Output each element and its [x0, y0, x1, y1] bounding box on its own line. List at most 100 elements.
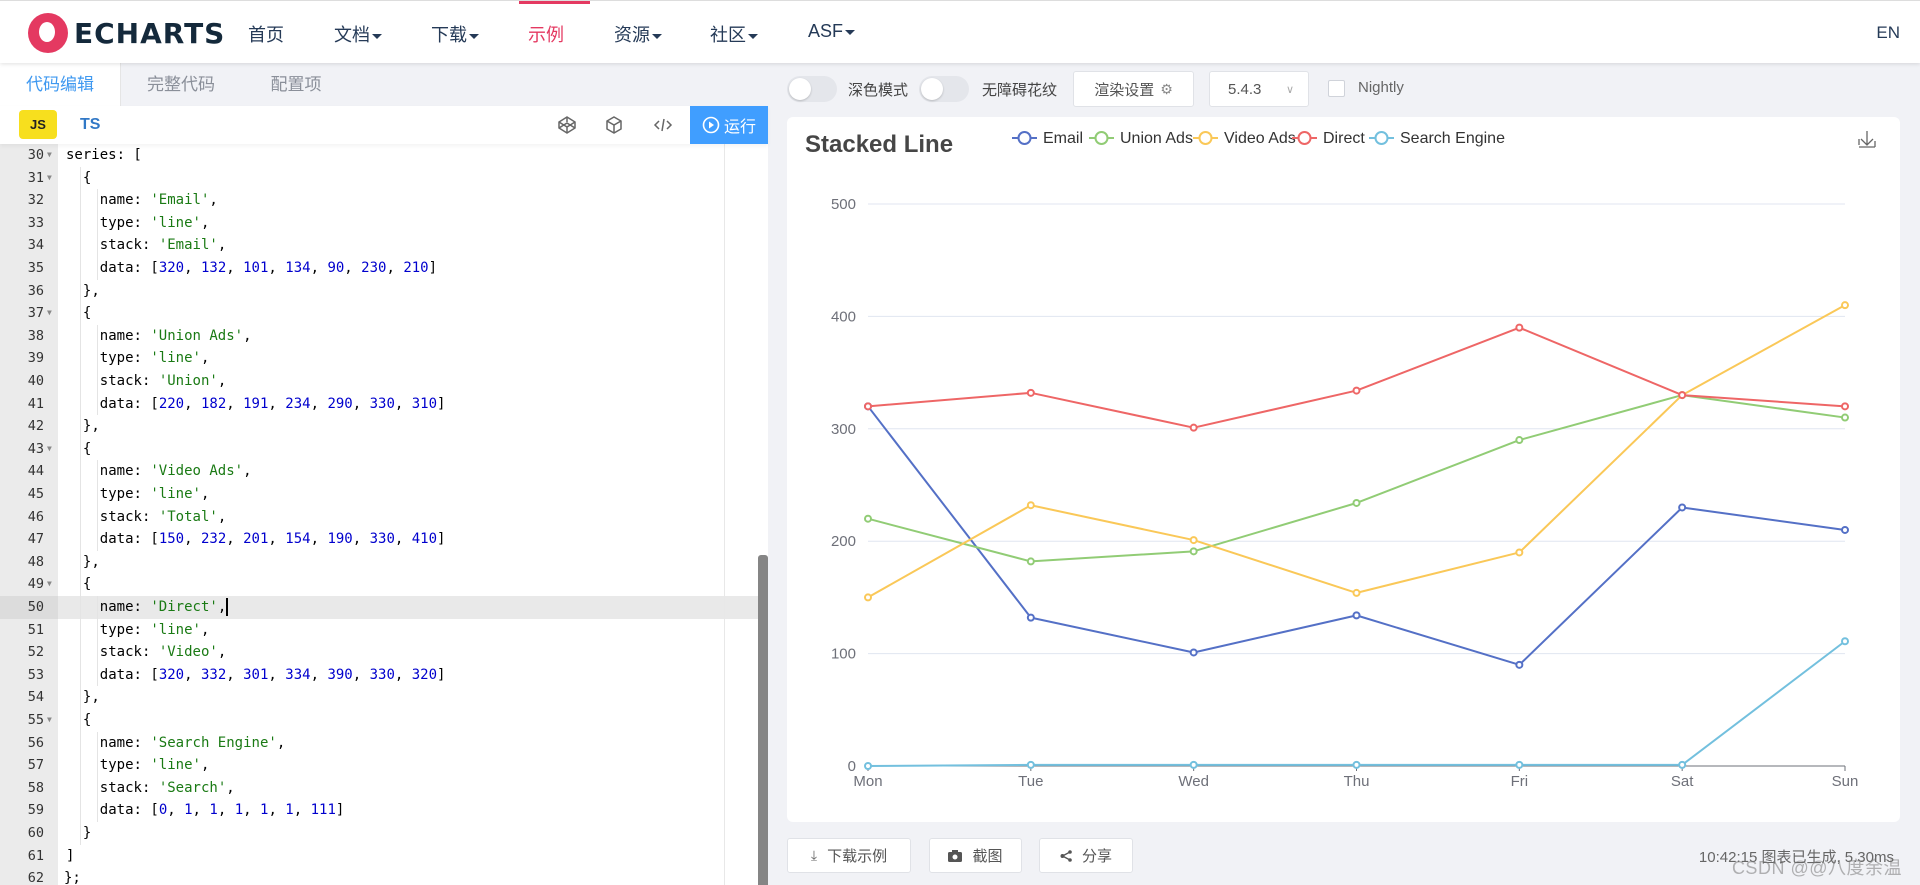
editor-scrollbar[interactable]	[758, 555, 768, 885]
legend-item[interactable]: Union Ads	[1089, 130, 1193, 147]
nav-item-6[interactable]: ASF	[808, 21, 856, 42]
editor-tab-1[interactable]: 完整代码	[121, 63, 241, 106]
code-line[interactable]: 52 stack: 'Video',	[0, 641, 758, 664]
code-token: {	[82, 712, 92, 728]
download-example-button[interactable]: ⤓ 下载示例	[787, 838, 911, 873]
code-line[interactable]: 57 type: 'line',	[0, 754, 758, 777]
code-line[interactable]: 31 ▼ {	[0, 166, 758, 190]
code-token: ]	[66, 847, 75, 864]
code-line[interactable]: 56 name: 'Search Engine',	[0, 731, 758, 755]
nav-item-1[interactable]: 文档	[334, 21, 382, 47]
fold-toggle-icon[interactable]: ▼	[47, 438, 52, 461]
code-line[interactable]: 47 data: [150, 232, 201, 154, 190, 330, 4…	[0, 528, 758, 551]
legend-item[interactable]: Email	[1012, 130, 1083, 147]
download-image-icon[interactable]	[1858, 131, 1876, 148]
nightly-checkbox[interactable]	[1328, 80, 1345, 97]
nav-item-3[interactable]: 示例	[528, 21, 564, 47]
code-token: data: [	[99, 260, 159, 276]
editor-tab-0[interactable]: 代码编辑	[0, 63, 121, 106]
string-token: 'Total'	[158, 508, 218, 525]
render-settings-button[interactable]: 渲染设置 ⚙	[1073, 71, 1194, 107]
string-token: 'Video Ads'	[150, 463, 244, 480]
legend-item[interactable]: Search Engine	[1369, 130, 1505, 147]
code-line[interactable]: 58 stack: 'Search',	[0, 776, 758, 800]
code-line[interactable]: 54},	[0, 686, 758, 709]
code-line[interactable]: 46 stack: 'Total',	[0, 505, 758, 529]
code-token: ]	[335, 802, 345, 819]
code-token: },	[82, 553, 100, 570]
play-circle-icon	[702, 116, 720, 134]
codepen-icon[interactable]	[556, 114, 578, 136]
code-token: ,	[243, 327, 252, 344]
version-select[interactable]: 5.4.3 ∨	[1209, 71, 1309, 107]
nav-item-4[interactable]: 资源	[614, 21, 662, 47]
line-number: 39	[27, 350, 44, 367]
code-line[interactable]: 33 type: 'line',	[0, 211, 758, 235]
language-switch[interactable]: EN	[1876, 23, 1900, 43]
code-line[interactable]: 50 name: 'Direct',	[0, 596, 758, 619]
code-line[interactable]: 49 ▼ {	[0, 573, 758, 596]
line-number: 56	[27, 734, 44, 751]
legend-item[interactable]: Video Ads	[1193, 130, 1296, 147]
code-line[interactable]: 51 type: 'line',	[0, 618, 758, 642]
data-point	[1841, 413, 1849, 422]
code-line[interactable]: 59 data: [0, 1, 1, 1, 1, 1, 111]	[0, 799, 758, 822]
nav-item-0[interactable]: 首页	[248, 21, 284, 47]
fold-toggle-icon[interactable]: ▼	[47, 302, 52, 325]
string-token: 'line'	[150, 486, 201, 502]
nav-item-2[interactable]: 下载	[431, 21, 479, 47]
number-token: 320	[158, 260, 185, 276]
code-line[interactable]: 39 type: 'line',	[0, 347, 758, 370]
screenshot-label: 截图	[972, 848, 1003, 865]
editor-tab-2[interactable]: 配置项	[241, 63, 351, 106]
aria-pattern-toggle[interactable]	[919, 76, 969, 102]
code-line[interactable]: 41 data: [220, 182, 191, 234, 290, 330, 3…	[0, 392, 758, 416]
code-token: {	[82, 305, 92, 322]
fold-toggle-icon[interactable]: ▼	[47, 144, 52, 167]
code-line[interactable]: 60}	[0, 822, 758, 845]
code-token: ,	[200, 621, 210, 638]
echarts-logo[interactable]: ECHARTS	[28, 13, 225, 53]
legend-item[interactable]: Direct	[1292, 130, 1365, 147]
indent-guide	[80, 437, 81, 461]
code-token: ]	[437, 666, 446, 683]
code-line[interactable]: 61]	[0, 845, 758, 868]
number-token: 390	[327, 666, 353, 683]
code-format-icon[interactable]	[652, 114, 674, 136]
share-button[interactable]: 分享	[1039, 838, 1133, 873]
indent-guide	[80, 754, 81, 777]
codesandbox-icon[interactable]	[603, 114, 625, 136]
code-area[interactable]: 30 ▼ series: [31 ▼{32 name: 'Email', 33 type: …	[0, 144, 768, 885]
code-line[interactable]: 37 ▼ {	[0, 302, 758, 325]
code-token: ]	[428, 260, 438, 276]
fold-toggle-icon[interactable]: ▼	[47, 709, 52, 732]
code-line[interactable]: 53 data: [320, 332, 301, 334, 390, 330, 3…	[0, 663, 758, 687]
run-button[interactable]: 运行	[690, 106, 768, 144]
screenshot-button[interactable]: 截图	[929, 838, 1022, 873]
number-token: 330	[369, 531, 395, 548]
fold-toggle-icon[interactable]: ▼	[47, 573, 52, 596]
code-line[interactable]: 36},	[0, 279, 758, 303]
string-token: 'Email'	[158, 237, 218, 254]
code-line[interactable]: 62};	[0, 867, 758, 885]
code-line[interactable]: 40 stack: 'Union',	[0, 370, 758, 393]
code-line[interactable]: 48},	[0, 550, 758, 574]
nav-item-5[interactable]: 社区	[710, 21, 758, 47]
code-line[interactable]: 35 data: [320, 132, 101, 134, 90, 230, 21…	[0, 257, 758, 280]
fold-toggle-icon[interactable]: ▼	[47, 167, 52, 190]
code-line[interactable]: 32 name: 'Email',	[0, 189, 758, 212]
code-line[interactable]: 44 name: 'Video Ads',	[0, 460, 758, 483]
code-line[interactable]: 45 type: 'line',	[0, 483, 758, 506]
code-line[interactable]: 30 ▼ series: [	[0, 144, 758, 167]
dark-mode-toggle[interactable]	[787, 76, 837, 102]
line-number: 32	[27, 192, 44, 209]
code-line[interactable]: 34 stack: 'Email',	[0, 234, 758, 257]
line-number: 44	[27, 463, 44, 480]
lang-js-toggle[interactable]: JS	[19, 110, 57, 139]
y-tick-label: 300	[831, 421, 856, 438]
code-line[interactable]: 43 ▼ {	[0, 437, 758, 461]
code-line[interactable]: 55 ▼ {	[0, 709, 758, 732]
code-line[interactable]: 42},	[0, 415, 758, 438]
code-line[interactable]: 38 name: 'Union Ads',	[0, 324, 758, 348]
lang-ts-toggle[interactable]: TS	[80, 110, 100, 139]
